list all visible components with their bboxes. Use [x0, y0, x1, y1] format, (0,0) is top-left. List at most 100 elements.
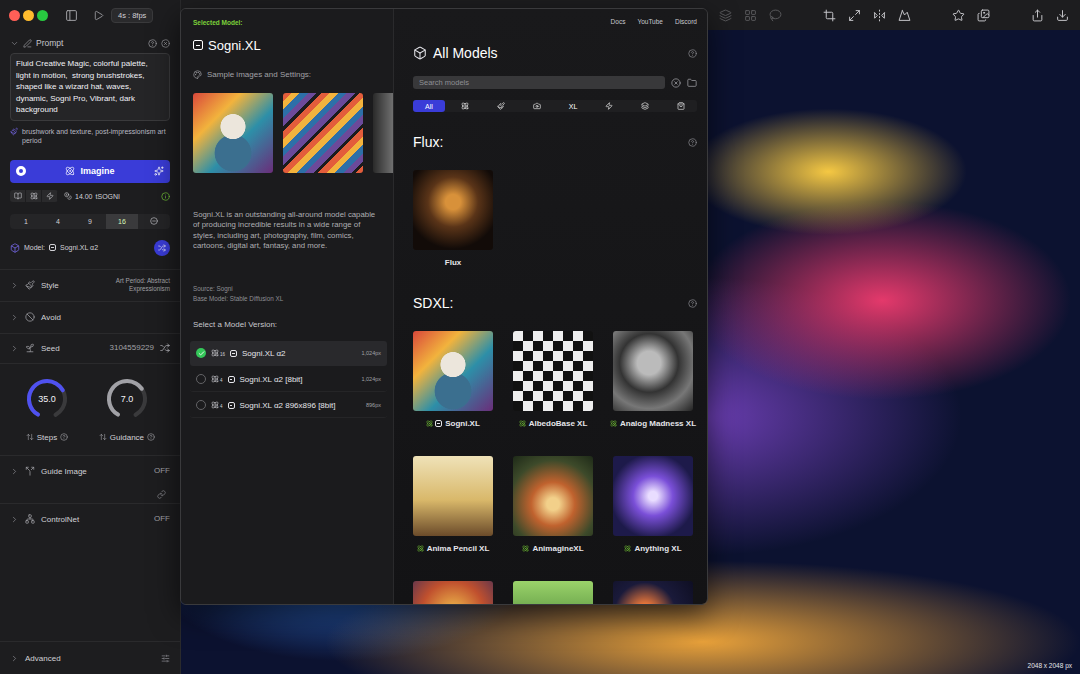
- filter-tab[interactable]: [521, 100, 553, 112]
- tool-button[interactable]: [1031, 9, 1044, 22]
- version-row[interactable]: 4Sogni.XL α2 896x896 [8bit]896px: [190, 393, 387, 418]
- mode-button[interactable]: [26, 190, 42, 202]
- model-card[interactable]: [413, 581, 493, 604]
- radio-button[interactable]: [196, 374, 206, 384]
- batch-remove[interactable]: [138, 214, 170, 229]
- model-card[interactable]: Flux: [413, 170, 493, 275]
- filter-tab[interactable]: [665, 100, 697, 112]
- switch-icon[interactable]: [158, 244, 166, 252]
- tool-button[interactable]: [1056, 9, 1069, 22]
- radio-button[interactable]: [196, 348, 206, 358]
- model-card[interactable]: Anything XL: [613, 456, 693, 561]
- toggle-row[interactable]: ControlNetOFF: [0, 503, 180, 535]
- dial[interactable]: 7.0Guidance: [99, 377, 155, 442]
- version-row[interactable]: 4Sogni.XL α2 [8bit]1,024px: [190, 367, 387, 392]
- sample-image[interactable]: [373, 93, 394, 173]
- filter-tab[interactable]: [449, 100, 481, 112]
- flip-icon[interactable]: [873, 9, 886, 22]
- filter-tab[interactable]: All: [413, 100, 445, 112]
- dial[interactable]: 35.0Steps: [25, 377, 69, 442]
- shuffle-icon[interactable]: [160, 343, 170, 353]
- help-icon[interactable]: [688, 49, 697, 58]
- help-icon[interactable]: [148, 39, 157, 48]
- download-icon[interactable]: [1056, 9, 1069, 22]
- zoom-button[interactable]: [37, 10, 48, 21]
- tool-button[interactable]: [848, 9, 861, 22]
- link[interactable]: YouTube: [637, 18, 663, 35]
- link-icon[interactable]: [157, 490, 166, 499]
- advanced-row[interactable]: Advanced: [0, 641, 180, 674]
- filter-tab[interactable]: XL: [557, 100, 589, 112]
- tool-button[interactable]: [898, 9, 911, 22]
- model-card[interactable]: [513, 581, 593, 604]
- gallery-icon[interactable]: [977, 9, 990, 22]
- prompt-header[interactable]: Prompt: [10, 36, 170, 50]
- mode-button[interactable]: [10, 190, 26, 202]
- info-button[interactable]: [161, 192, 170, 201]
- model-card[interactable]: [613, 581, 693, 604]
- prompt-field[interactable]: Fluid Creative Magic, colorful palette, …: [10, 53, 170, 121]
- batch-option[interactable]: 9: [74, 214, 106, 229]
- minimize-button[interactable]: [23, 10, 34, 21]
- toggle-row[interactable]: Guide ImageOFF: [0, 455, 180, 487]
- folder-icon[interactable]: [687, 78, 697, 88]
- tool-button[interactable]: [823, 9, 836, 22]
- radio-button[interactable]: [196, 400, 206, 410]
- help-icon[interactable]: [688, 138, 697, 147]
- chevron-right-icon[interactable]: [10, 467, 19, 476]
- clear-icon[interactable]: [161, 39, 170, 48]
- layers-icon[interactable]: [719, 9, 732, 22]
- section-row[interactable]: Seed3104559229: [0, 333, 180, 363]
- model-picker-button[interactable]: [154, 240, 170, 256]
- model-card[interactable]: AlbedoBase XL: [513, 331, 593, 436]
- filter-tab[interactable]: [593, 100, 625, 112]
- sidebar-icon[interactable]: [65, 9, 78, 22]
- chevron-right-icon[interactable]: [10, 654, 19, 663]
- filter-tab[interactable]: [629, 100, 661, 112]
- tool-button[interactable]: [719, 9, 732, 22]
- minus-icon[interactable]: [150, 217, 158, 225]
- lasso-icon[interactable]: [769, 9, 782, 22]
- model-card[interactable]: Analog Madness XL: [613, 331, 693, 436]
- model-row[interactable]: Model:Sogni.XL α2: [10, 239, 170, 257]
- sidebar-toggle[interactable]: [65, 9, 78, 22]
- search-field[interactable]: [413, 76, 665, 89]
- version-row[interactable]: 16Sogni.XL α21,024px: [190, 341, 387, 366]
- share-icon[interactable]: [1031, 9, 1044, 22]
- tool-button[interactable]: [873, 9, 886, 22]
- imagine-button[interactable]: Imagine: [10, 160, 170, 183]
- star-icon[interactable]: [952, 9, 965, 22]
- batch-option[interactable]: 16: [106, 214, 138, 229]
- model-card[interactable]: Anima Pencil XL: [413, 456, 493, 561]
- play-icon[interactable]: [93, 10, 104, 21]
- crop-icon[interactable]: [823, 9, 836, 22]
- chevron-right-icon[interactable]: [10, 344, 19, 353]
- tool-button[interactable]: [952, 9, 965, 22]
- model-card[interactable]: AnimagineXL: [513, 456, 593, 561]
- section-row[interactable]: Avoid: [0, 301, 180, 333]
- chevron-down-icon[interactable]: [10, 39, 19, 48]
- chevron-right-icon[interactable]: [10, 281, 19, 290]
- help-button[interactable]: [148, 39, 157, 48]
- link[interactable]: Discord: [675, 18, 697, 35]
- batch-option[interactable]: 4: [42, 214, 74, 229]
- grid-icon[interactable]: [744, 9, 757, 22]
- tool-button[interactable]: [744, 9, 757, 22]
- link[interactable]: Docs: [611, 18, 626, 35]
- playback-pill[interactable]: 4s : 8fps: [111, 8, 153, 23]
- sample-image[interactable]: [193, 93, 273, 173]
- chevron-right-icon[interactable]: [10, 313, 19, 322]
- filter-tab[interactable]: [485, 100, 517, 112]
- tool-button[interactable]: [977, 9, 990, 22]
- mode-button[interactable]: [42, 190, 58, 202]
- help-icon[interactable]: [688, 299, 697, 308]
- play-button[interactable]: [93, 10, 104, 21]
- resize-icon[interactable]: [848, 9, 861, 22]
- close-button[interactable]: [9, 10, 20, 21]
- clear-icon[interactable]: [671, 78, 681, 88]
- batch-option[interactable]: 1: [10, 214, 42, 229]
- section-row[interactable]: StyleArt Period: Abstract Expressionism: [0, 269, 180, 301]
- sample-image[interactable]: [283, 93, 363, 173]
- tool-button[interactable]: [769, 9, 782, 22]
- settings-icon[interactable]: [161, 654, 170, 663]
